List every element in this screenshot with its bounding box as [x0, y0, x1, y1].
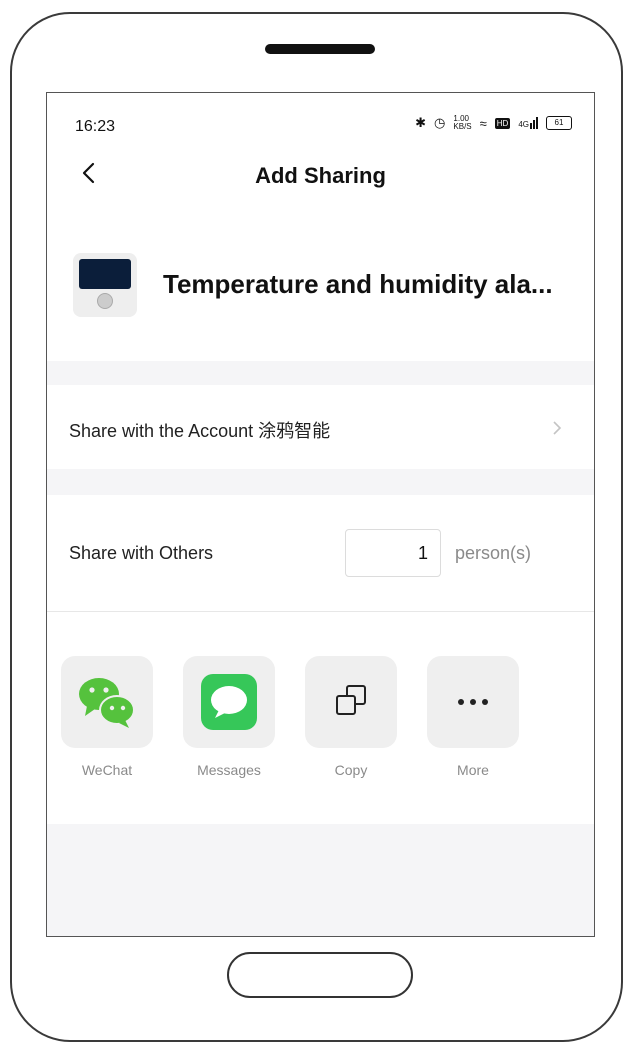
copy-tile — [305, 656, 397, 748]
status-icons: ✱ ◷ 1.00 KB/S ≈ HD 4G 61 — [415, 115, 572, 131]
share-copy-button[interactable]: Copy — [305, 656, 397, 778]
share-targets-panel: WeChat Messages Copy More — [47, 612, 594, 824]
chevron-right-icon — [553, 421, 562, 435]
more-tile — [427, 656, 519, 748]
device-sensor-graphic — [97, 293, 113, 309]
more-icon — [458, 699, 488, 705]
wifi-icon: ≈ — [479, 115, 487, 131]
alarm-icon: ◷ — [434, 115, 446, 130]
battery-icon: 61 — [546, 116, 572, 130]
device-thumbnail — [73, 253, 137, 317]
share-with-account-row[interactable]: Share with the Account 涂鸦智能 — [47, 385, 594, 469]
phone-speaker — [265, 44, 375, 54]
share-messages-label: Messages — [197, 762, 261, 778]
signal-icon: 4G — [518, 117, 538, 129]
copy-icon — [336, 685, 366, 715]
messages-icon — [201, 674, 257, 730]
messages-tile — [183, 656, 275, 748]
share-more-button[interactable]: More — [427, 656, 519, 778]
app-screen: 16:23 ✱ ◷ 1.00 KB/S ≈ HD 4G 61 Add Shari… — [46, 92, 595, 937]
device-display-graphic — [79, 259, 131, 289]
person-unit-label: person(s) — [455, 543, 532, 563]
header-area: 16:23 ✱ ◷ 1.00 KB/S ≈ HD 4G 61 Add Shari… — [47, 93, 594, 361]
share-messages-button[interactable]: Messages — [183, 656, 275, 778]
hd-icon: HD — [494, 117, 511, 129]
wechat-tile — [61, 656, 153, 748]
speed-indicator: 1.00 KB/S — [453, 114, 472, 131]
share-more-label: More — [457, 762, 489, 778]
share-with-account-label: Share with the Account 涂鸦智能 — [69, 421, 331, 441]
share-with-others-label: Share with Others — [69, 543, 214, 563]
share-wechat-button[interactable]: WeChat — [61, 656, 153, 778]
share-with-others-row: Share with Others 1 person(s) — [47, 495, 594, 612]
status-time: 16:23 — [75, 118, 116, 135]
share-wechat-label: WeChat — [81, 762, 133, 778]
person-count-input[interactable]: 1 — [345, 529, 441, 577]
bluetooth-icon: ✱ — [415, 115, 427, 130]
phone-home-button[interactable] — [227, 952, 413, 998]
device-name: Temperature and humidity ala... — [163, 269, 553, 299]
page-title: Add Sharing — [255, 163, 386, 188]
share-copy-label: Copy — [334, 762, 368, 778]
wechat-icon — [79, 678, 135, 728]
